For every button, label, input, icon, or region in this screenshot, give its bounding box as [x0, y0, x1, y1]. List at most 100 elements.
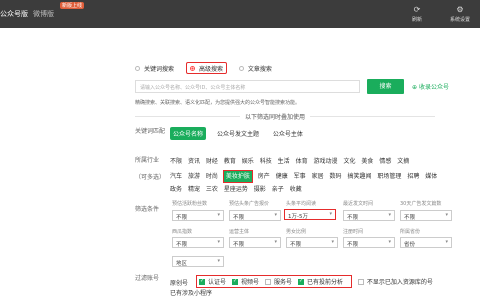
tab-post-topic[interactable]: 公众号发文主题	[214, 127, 262, 140]
industry-chip[interactable]: 家居	[312, 171, 324, 182]
refresh-button[interactable]: ⟳ 刷新	[402, 5, 432, 23]
radio-dot	[238, 65, 244, 71]
industry-chip[interactable]: 娱乐	[242, 156, 254, 167]
checkbox-box	[297, 278, 304, 285]
industry-chip[interactable]: 文化	[343, 156, 355, 167]
industry-chip[interactable]: 收藏	[290, 184, 302, 195]
industry-chip[interactable]: 三农	[206, 184, 218, 195]
chevron-down-icon: ▾	[274, 239, 277, 245]
industry-chip[interactable]: 文摘	[397, 156, 409, 167]
refresh-icon: ⟳	[413, 5, 421, 14]
industry-chip[interactable]: 数码	[330, 171, 342, 182]
search-button[interactable]: 搜索	[367, 79, 404, 94]
industry-row-2: 汽车 旅游 时尚 美妆护肤 房产 健康 军事 家居 数码 搞笑趣闻 职场管理 招…	[170, 170, 441, 183]
checkbox-box	[231, 278, 238, 285]
mini-program-filter[interactable]: 已有涉及小程序	[170, 288, 212, 297]
checked-filters-highlight: 认证号 视频号 服务号 已有投前分析	[195, 275, 352, 288]
chevron-down-icon: ▾	[445, 239, 448, 245]
industry-chip[interactable]: 招聘	[407, 171, 419, 182]
chevron-down-icon: ▾	[217, 258, 220, 264]
checkbox-original[interactable]: 原创号	[170, 278, 188, 287]
brand-tab[interactable]: 公众号版	[0, 9, 28, 19]
checkbox-verified[interactable]: 认证号	[198, 277, 226, 286]
checkbox-box	[198, 278, 205, 285]
filter-label: 男女比例	[286, 229, 307, 235]
checkbox-video[interactable]: 视频号	[231, 277, 259, 286]
chevron-down-icon: ▾	[388, 239, 391, 245]
filter-label: 所属省份	[400, 229, 421, 235]
ad-posts-dropdown[interactable]: 不限 ▾	[400, 210, 452, 221]
search-tip: 精确搜索、关联搜索、语义化匹配，为您提供强大的公众号智能搜索功能。	[135, 100, 301, 106]
radio-keyword-search[interactable]: 关键词搜索	[135, 62, 174, 74]
filters-label: 筛选条件	[135, 206, 160, 213]
new-badge: 新版上线	[60, 2, 85, 9]
industry-chip[interactable]: 情感	[379, 156, 391, 167]
industry-chip[interactable]: 汽车	[170, 171, 182, 182]
settings-icon: ⚙	[456, 5, 464, 14]
industry-row-3: 政务 精宠 三农 星座运势 摄影 亲子 收藏	[170, 184, 306, 195]
weibo-tab[interactable]: 微博版	[33, 9, 54, 19]
tab-account-owner[interactable]: 公众号主体	[270, 127, 306, 140]
gender-ratio-dropdown[interactable]: 不限 ▾	[286, 237, 338, 248]
industry-chip[interactable]: 政务	[170, 184, 182, 195]
industry-sublabel: （可多选）	[135, 174, 166, 181]
checkbox-pre-analysis[interactable]: 已有投前分析	[297, 277, 343, 286]
checkbox-service[interactable]: 服务号	[264, 277, 292, 286]
account-filter-label: 过滤账号	[135, 275, 160, 282]
chevron-down-icon: ▾	[274, 212, 277, 218]
industry-chip[interactable]: 军事	[294, 171, 306, 182]
industry-chip[interactable]: 房产	[258, 171, 270, 182]
industry-chip[interactable]: 美食	[361, 156, 373, 167]
settings-button[interactable]: ⚙ 系统设置	[440, 5, 480, 23]
industry-chip[interactable]: 精宠	[188, 184, 200, 195]
chevron-down-icon: ▾	[388, 212, 391, 218]
industry-chip[interactable]: 教育	[224, 156, 236, 167]
checkbox-hide-saved[interactable]: 不显示已加入资源库的号	[357, 277, 433, 286]
filter-label: 头条平均阅读	[286, 201, 317, 207]
industry-chip[interactable]: 健康	[276, 171, 288, 182]
checkbox-box	[264, 278, 271, 285]
radio-advanced-search[interactable]: 高级搜索	[185, 62, 227, 74]
filter-label: 30天广告发文篇数	[400, 201, 442, 207]
industry-chip[interactable]: 媒体	[425, 171, 437, 182]
industry-chip[interactable]: 资讯	[188, 156, 200, 167]
industry-chip[interactable]: 生活	[278, 156, 290, 167]
avg-reads-dropdown[interactable]: 1万-5万 ▾	[284, 209, 336, 220]
owner-type-dropdown[interactable]: 不限 ▾	[229, 237, 281, 248]
last-post-dropdown[interactable]: 不限 ▾	[343, 210, 395, 221]
industry-chip[interactable]: 搞笑趣闻	[347, 171, 371, 182]
keyword-position-label: 关键词匹配	[135, 128, 166, 135]
region-dropdown[interactable]: 地区 ▾	[172, 256, 224, 267]
top-bar: 公众号版 微博版 新版上线 ⟳ 刷新 ⚙ 系统设置	[0, 0, 480, 28]
industry-chip[interactable]: 星座运势	[224, 184, 248, 195]
register-time-dropdown[interactable]: 不限 ▾	[343, 237, 395, 248]
industry-chip[interactable]: 职场管理	[377, 171, 401, 182]
filter-label: 最近发文时间	[343, 201, 374, 207]
filter-label: 运营主体	[229, 229, 250, 235]
industry-chip[interactable]: 游戏动漫	[314, 156, 338, 167]
divider-label: 以下筛选同时叠加使用	[240, 112, 311, 121]
chevron-down-icon: ▾	[217, 212, 220, 218]
industry-chip[interactable]: 财经	[206, 156, 218, 167]
tab-account-name[interactable]: 公众号名称	[170, 127, 207, 140]
search-input[interactable]: 请输入公众号名称、公众号ID、公众号主体名称	[135, 80, 360, 93]
chevron-down-icon: ▾	[329, 211, 332, 217]
industry-chip[interactable]: 亲子	[272, 184, 284, 195]
industry-chip-selected[interactable]: 美妆护肤	[222, 170, 253, 183]
industry-chip[interactable]: 时尚	[206, 171, 218, 182]
filter-label: 预估头条广告报价	[229, 201, 270, 207]
filter-label: 注册时间	[343, 229, 364, 235]
industry-chip[interactable]: 科技	[260, 156, 272, 167]
province-dropdown[interactable]: 省份 ▾	[400, 237, 452, 248]
industry-chip[interactable]: 不限	[170, 156, 182, 167]
ad-price-dropdown[interactable]: 不限 ▾	[229, 210, 281, 221]
industry-chip[interactable]: 摄影	[254, 184, 266, 195]
active-fans-dropdown[interactable]: 不限 ▾	[172, 210, 224, 221]
radio-article-search[interactable]: 文章搜索	[238, 62, 272, 74]
industry-chip[interactable]: 旅游	[188, 171, 200, 182]
add-account-link[interactable]: ⊕ 收录公众号	[412, 82, 449, 91]
chevron-down-icon: ▾	[445, 212, 448, 218]
chevron-down-icon: ▾	[217, 239, 220, 245]
industry-chip[interactable]: 体育	[296, 156, 308, 167]
xigua-index-dropdown[interactable]: 不限 ▾	[172, 237, 224, 248]
